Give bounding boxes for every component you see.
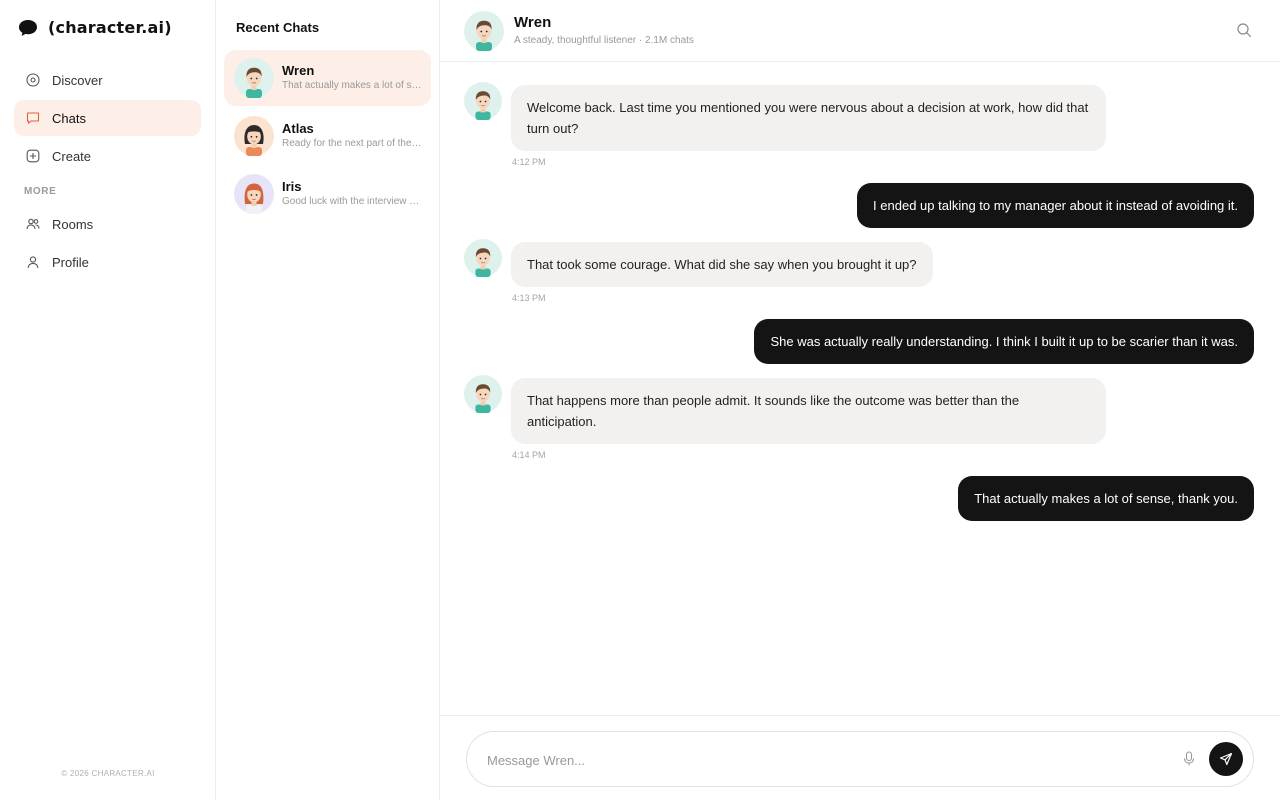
brand-name: (character.ai)	[48, 18, 172, 37]
send-button[interactable]	[1209, 742, 1243, 776]
avatar	[464, 82, 502, 120]
nav-item-profile[interactable]: Profile	[14, 244, 201, 280]
chat-main: Wren A steady, thoughtful listener · 2.1…	[440, 0, 1280, 800]
message-composer	[466, 731, 1254, 787]
avatar	[234, 116, 274, 156]
bot-message: That happens more than people admit. It …	[511, 378, 1106, 444]
recent-chats-title: Recent Chats	[236, 20, 320, 35]
message-time: 4:12 PM	[512, 157, 546, 167]
nav-item-chats[interactable]: Chats	[14, 100, 201, 136]
nav-item-label: Discover	[52, 72, 103, 88]
recent-chat-iris[interactable]: Iris Good luck with the interview tomorr…	[224, 166, 431, 222]
people-icon	[26, 218, 40, 230]
microphone-icon[interactable]	[1182, 751, 1196, 767]
speech-bubble-icon	[19, 19, 37, 36]
avatar	[464, 375, 502, 413]
copyright-footer: © 2026 CHARACTER.AI	[61, 769, 155, 778]
chat-name: Iris	[282, 179, 302, 194]
message-input[interactable]	[487, 748, 1167, 772]
bot-message: That took some courage. What did she say…	[511, 242, 933, 287]
chat-preview: Ready for the next part of the story?	[282, 138, 422, 149]
avatar	[464, 239, 502, 277]
nav-item-label: Profile	[52, 254, 89, 270]
search-icon[interactable]	[1236, 22, 1252, 38]
nav-item-label: Rooms	[52, 216, 94, 232]
character-subtitle: A steady, thoughtful listener · 2.1M cha…	[514, 35, 694, 46]
plus-square-icon	[26, 149, 40, 163]
avatar	[234, 174, 274, 214]
recent-chat-atlas[interactable]: Atlas Ready for the next part of the sto…	[224, 108, 431, 164]
nav-item-label: Chats	[52, 110, 86, 126]
chat-name: Atlas	[282, 121, 314, 136]
send-icon	[1219, 752, 1233, 766]
user-message: That actually makes a lot of sense, than…	[958, 476, 1254, 521]
chat-preview: Good luck with the interview tomorrow!	[282, 196, 422, 207]
avatar[interactable]	[464, 11, 504, 51]
user-icon	[27, 256, 39, 269]
avatar	[234, 58, 274, 98]
user-message: She was actually really understanding. I…	[754, 319, 1254, 364]
recent-chat-wren[interactable]: Wren That actually makes a lot of sense,…	[224, 50, 431, 106]
nav-item-discover[interactable]: Discover	[14, 62, 201, 98]
chat-header: Wren A steady, thoughtful listener · 2.1…	[440, 0, 1280, 62]
compass-icon	[26, 73, 40, 87]
chat-preview: That actually makes a lot of sense, than…	[282, 80, 422, 91]
nav-item-create[interactable]: Create	[14, 138, 201, 174]
left-nav: (character.ai) Discover Chats Create MOR…	[0, 0, 216, 800]
composer-area	[440, 715, 1280, 800]
chat-icon	[26, 112, 40, 124]
nav-item-rooms[interactable]: Rooms	[14, 206, 201, 242]
message-time: 4:13 PM	[512, 293, 546, 303]
character-name: Wren	[514, 14, 552, 31]
bot-message: Welcome back. Last time you mentioned yo…	[511, 85, 1106, 151]
recent-chats-panel: Recent Chats Wren That actually makes a …	[216, 0, 440, 800]
brand[interactable]: (character.ai)	[18, 18, 172, 37]
message-time: 4:14 PM	[512, 450, 546, 460]
nav-section-more: MORE	[24, 186, 57, 197]
chat-name: Wren	[282, 63, 315, 78]
user-message: I ended up talking to my manager about i…	[857, 183, 1254, 228]
nav-item-label: Create	[52, 148, 92, 164]
